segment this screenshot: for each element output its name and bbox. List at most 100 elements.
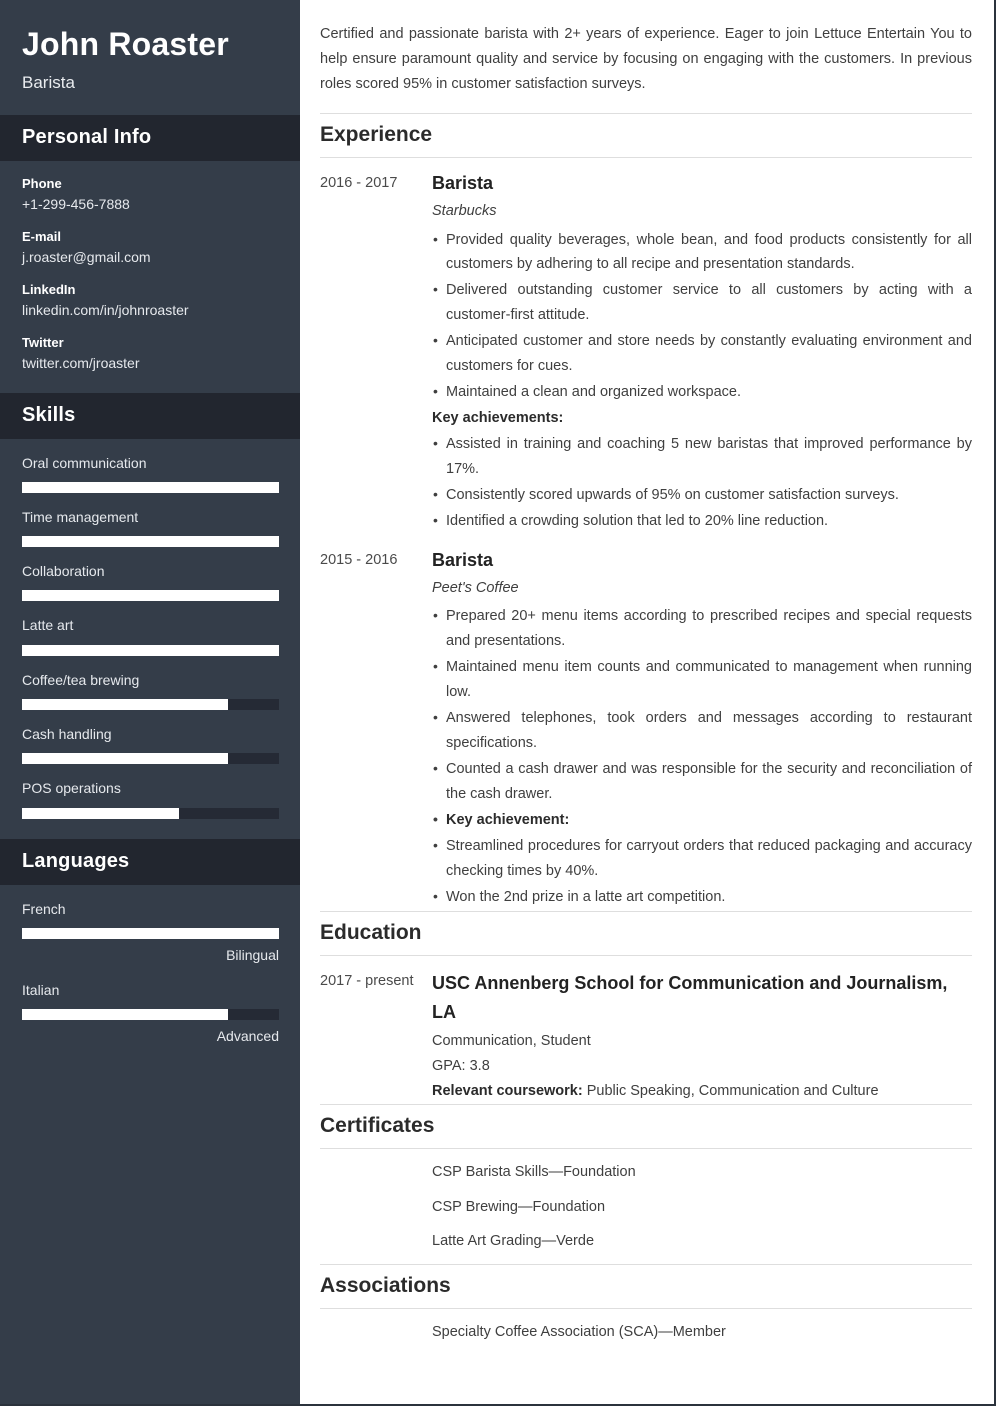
skill-bar-track — [22, 481, 279, 493]
candidate-name: John Roaster — [22, 26, 229, 62]
skill-label: Oral communication — [22, 454, 147, 471]
entry-bullet: Streamlined procedures for carryout orde… — [432, 833, 972, 884]
education-body: USC Annenberg School for Communication a… — [432, 969, 972, 1104]
entry-organization: Peet's Coffee — [432, 580, 519, 597]
skills-header: Skills — [0, 392, 300, 439]
contact-value[interactable]: linkedin.com/in/johnroaster — [22, 300, 278, 321]
main-content: Certified and passionate barista with 2+… — [300, 0, 994, 1404]
education-field: Communication, Student — [432, 1033, 591, 1050]
skill-label: Latte art — [22, 617, 74, 634]
skill-bar-track — [22, 536, 279, 548]
entry-bullet: Assisted in training and coaching 5 new … — [432, 431, 972, 482]
associations-heading: Associations — [320, 1264, 972, 1310]
sidebar-identity-block: John Roaster Barista — [0, 0, 300, 116]
skills-list: Oral communication Time management Collabo… — [0, 439, 300, 839]
contact-value[interactable]: j.roaster@gmail.com — [22, 247, 278, 268]
languages-list: French Bilingual Italian Advanced — [0, 885, 300, 1067]
entry-bullet: Prepared 20+ menu items according to pre… — [432, 603, 972, 654]
education-entries: 2017 - present USC Annenberg School for C… — [320, 956, 972, 1104]
entry-bullet: Consistently scored upwards of 95% on cu… — [432, 482, 972, 508]
skill-row: Coffee/tea brewing — [22, 670, 279, 711]
skills-heading: Skills — [22, 403, 76, 426]
certificate-item: CSP Brewing—Foundation — [320, 1196, 972, 1219]
sidebar: John Roaster Barista Personal Info Phone… — [0, 0, 300, 1404]
language-row: Italian Advanced — [22, 980, 279, 1047]
skill-bar-fill — [22, 644, 279, 656]
skill-label: Coffee/tea brewing — [22, 671, 140, 688]
skill-row: Collaboration — [22, 561, 279, 602]
experience-entry: 2015 - 2016 Barista Peet's Coffee Prepared … — [320, 535, 972, 911]
contact-label: E-mail — [22, 229, 62, 245]
contact-item: Phone +1-299-456-7888 — [22, 175, 278, 215]
experience-entries: 2016 - 2017 Barista Starbucks Provided qual… — [320, 158, 972, 910]
experience-section: Experience 2016 - 2017 Barista Starbucks Pr… — [320, 112, 972, 911]
entry-date: 2016 - 2017 — [320, 175, 398, 192]
skill-bar-track — [22, 590, 279, 602]
contact-label: Phone — [22, 176, 62, 192]
entry-bullet-list: Provided quality beverages, whole bean, … — [432, 227, 972, 534]
contact-item: E-mail j.roaster@gmail.com — [22, 228, 278, 268]
contact-value[interactable]: twitter.com/jroaster — [22, 353, 278, 374]
language-bar-track — [22, 1008, 279, 1020]
certificate-item: Latte Art Grading—Verde — [320, 1230, 972, 1253]
skill-row: Oral communication — [22, 453, 279, 493]
contact-item: Twitter twitter.com/jroaster — [22, 334, 278, 374]
languages-heading: Languages — [22, 849, 130, 872]
skill-bar-track — [22, 699, 279, 711]
association-item-text: Specialty Coffee Association (SCA)—Membe… — [432, 1324, 726, 1341]
entry-bullet-list: Prepared 20+ menu items according to pre… — [432, 603, 972, 909]
certificate-item-text: CSP Barista Skills—Foundation — [432, 1164, 636, 1181]
language-proficiency: Bilingual — [226, 946, 279, 963]
language-proficiency: Advanced — [216, 1027, 279, 1044]
entry-role: Barista — [432, 549, 494, 570]
education-gpa: GPA: 3.8 — [432, 1058, 490, 1075]
list-indent-spacer — [320, 1196, 432, 1219]
skill-label: Cash handling — [22, 726, 112, 743]
language-label: French — [22, 900, 66, 917]
language-label: Italian — [22, 981, 60, 998]
entry-bullet: Provided quality beverages, whole bean, … — [432, 227, 972, 278]
contact-value[interactable]: +1-299-456-7888 — [22, 194, 278, 215]
certificate-item-text: CSP Brewing—Foundation — [432, 1198, 606, 1215]
entry-date: 2015 - 2016 — [320, 551, 398, 568]
certificate-item-text: Latte Art Grading—Verde — [432, 1232, 595, 1249]
skill-bar-fill — [22, 536, 279, 548]
language-bar-track — [22, 927, 279, 939]
list-indent-spacer — [320, 1321, 432, 1344]
education-heading: Education — [320, 910, 972, 956]
certificates-list: CSP Barista Skills—Foundation CSP Brewing… — [320, 1149, 972, 1253]
entry-bullet: Delivered outstanding customer service t… — [432, 277, 972, 328]
list-indent-spacer — [320, 1230, 432, 1253]
list-indent-spacer — [320, 1161, 432, 1184]
entry-bullet: Counted a cash drawer and was responsibl… — [432, 756, 972, 807]
education-coursework-label: Relevant coursework: — [432, 1083, 583, 1100]
entry-bullet: Key achievements: — [432, 410, 564, 427]
associations-section: Associations Specialty Coffee Associatio… — [320, 1264, 972, 1344]
skill-bar-track — [22, 753, 279, 765]
education-section: Education 2017 - present USC Annenberg Sc… — [320, 910, 972, 1105]
skill-bar-fill — [22, 753, 228, 765]
education-school: USC Annenberg School for Communication a… — [432, 972, 948, 1022]
entry-bullet: Maintained menu item counts and communic… — [432, 654, 972, 705]
skill-row: Time management — [22, 507, 279, 548]
education-coursework: Relevant coursework: Public Speaking, Co… — [432, 1079, 972, 1104]
skill-label: Collaboration — [22, 563, 105, 580]
language-bar-fill — [22, 927, 279, 939]
entry-bullet: Answered telephones, took orders and mes… — [432, 705, 972, 756]
contact-label: Twitter — [22, 334, 64, 350]
entry-bullet: Anticipated customer and store needs by … — [432, 328, 972, 379]
entry-role: Barista — [432, 173, 494, 194]
entry-organization: Starbucks — [432, 203, 497, 220]
personal-info-heading: Personal Info — [22, 126, 152, 149]
skill-bar-track — [22, 644, 279, 656]
experience-entry: 2016 - 2017 Barista Starbucks Provided qual… — [320, 158, 972, 535]
entry-body: Barista Starbucks Provided quality beverag… — [432, 171, 972, 535]
education-entry: 2017 - present USC Annenberg School for C… — [320, 956, 972, 1104]
skill-bar-fill — [22, 699, 228, 711]
contact-item: LinkedIn linkedin.com/in/johnroaster — [22, 281, 278, 321]
skill-label: Time management — [22, 508, 139, 525]
skill-bar-fill — [22, 807, 179, 819]
skill-bar-fill — [22, 590, 279, 602]
skill-row: POS operations — [22, 778, 279, 819]
language-row: French Bilingual — [22, 899, 279, 966]
